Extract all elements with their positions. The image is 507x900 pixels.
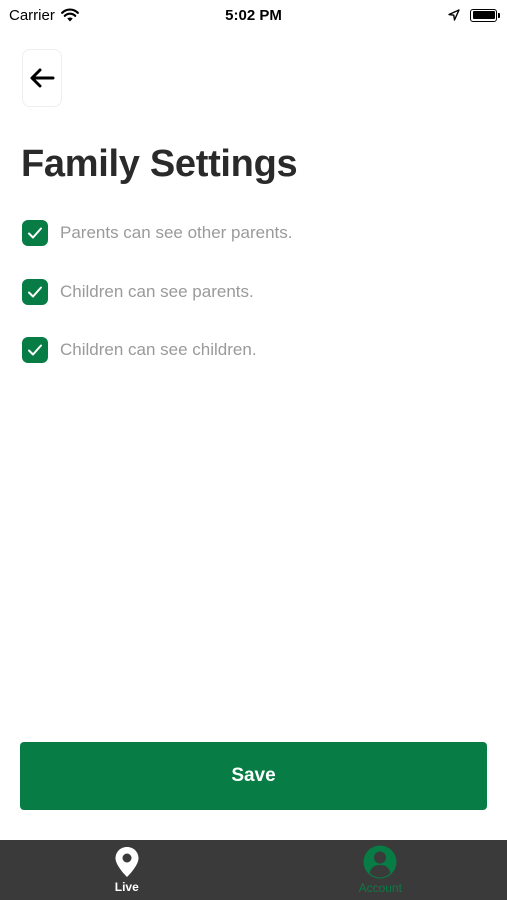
checkbox-checked[interactable] bbox=[22, 337, 48, 363]
location-arrow-icon bbox=[448, 9, 460, 21]
tab-bar: Live Account bbox=[0, 840, 507, 900]
tab-live[interactable]: Live bbox=[0, 840, 254, 900]
setting-label: Parents can see other parents. bbox=[60, 223, 293, 242]
status-bar: Carrier 5:02 PM bbox=[0, 0, 507, 30]
arrow-left-icon bbox=[30, 68, 55, 88]
save-button[interactable]: Save bbox=[20, 742, 487, 810]
status-right bbox=[448, 8, 500, 22]
setting-children-see-children[interactable]: Children can see children. bbox=[22, 336, 482, 364]
status-left: Carrier bbox=[9, 7, 79, 24]
tab-account[interactable]: Account bbox=[254, 840, 507, 900]
setting-label: Children can see parents. bbox=[60, 281, 254, 301]
wifi-icon bbox=[60, 8, 79, 22]
battery-icon bbox=[470, 8, 500, 22]
carrier-label: Carrier bbox=[9, 6, 55, 24]
setting-parents-see-parents[interactable]: Parents can see other parents. bbox=[22, 219, 482, 247]
check-icon bbox=[28, 286, 42, 297]
checkbox-checked[interactable] bbox=[22, 220, 48, 246]
setting-children-see-parents[interactable]: Children can see parents. bbox=[22, 278, 482, 306]
page-title: Family Settings bbox=[21, 143, 298, 185]
setting-label: Children can see children. bbox=[60, 340, 257, 359]
checkbox-checked[interactable] bbox=[22, 278, 48, 305]
check-icon bbox=[28, 227, 42, 239]
map-pin-icon bbox=[115, 847, 139, 877]
tab-label: Live bbox=[114, 880, 139, 894]
user-circle-icon bbox=[363, 845, 397, 879]
back-button[interactable] bbox=[22, 49, 62, 107]
tab-label: Account bbox=[358, 881, 402, 895]
check-icon bbox=[28, 344, 42, 356]
settings-list: Parents can see other parents. Children … bbox=[22, 219, 482, 395]
